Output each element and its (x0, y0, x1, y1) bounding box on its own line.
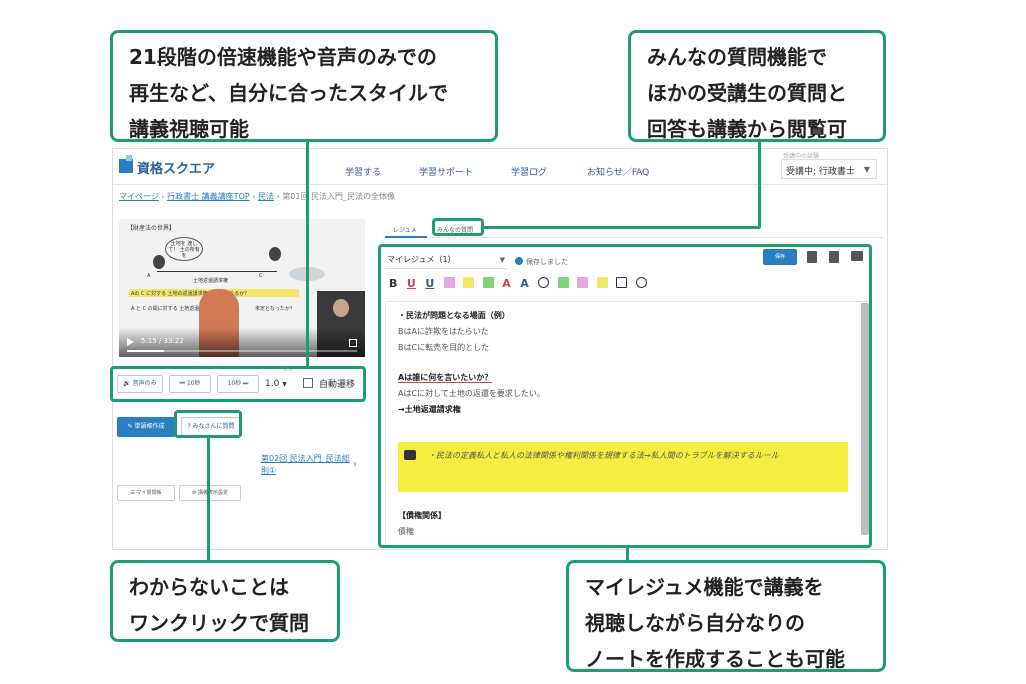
next-lecture-link[interactable]: 第02回 民法入門_民法総則① (261, 453, 351, 477)
callout-resume-line: マイレジュメ機能で講義を (585, 575, 824, 599)
video-progress[interactable] (127, 350, 357, 352)
breadcrumb: マイページ › 行政書士 講義講座TOP › 民法 › 第01回 民法入門_民法… (119, 192, 396, 201)
callout-oneclick-line: わからないことは (129, 575, 289, 599)
highlight-playback-controls (110, 366, 366, 402)
callout-speed-line: 再生など、自分に合ったスタイルで (129, 81, 448, 105)
my-questions-button[interactable]: ☰ マイ質問帳 (117, 485, 175, 501)
callout-oneclick-line: ワンクリックで質問 (129, 611, 309, 635)
callout-speed-line: 21段階の倍速機能や音声のみでの (129, 45, 437, 69)
slide-title: 【財産法の世界】 (127, 225, 176, 232)
callout-resume-line: 視聴しながら自分なりの (585, 611, 805, 635)
callout-speed-line: 講義視聴可能 (129, 117, 249, 141)
tab-resume[interactable]: レジュメ (393, 225, 417, 234)
callout-resume: マイレジュメ機能で講義を 視聴しながら自分なりの ノートを作成することも可能 (566, 560, 886, 672)
speech-bubble: 土地を 渡して！ 土の所有を (165, 237, 203, 261)
exam-select-value: 受講中: 行政書士 (786, 167, 855, 177)
connector-oneclick (207, 436, 210, 562)
breadcrumb-subject[interactable]: 民法 (258, 192, 274, 201)
breadcrumb-current: 第01回 民法入門_民法の全体像 (282, 192, 396, 201)
create-note-button[interactable]: ✎ 単語帳作成 (117, 417, 175, 437)
slide-label-c: C (259, 273, 263, 279)
callout-questions-line: ほかの受講生の質問と (647, 81, 847, 105)
logo-icon (119, 155, 133, 173)
nav-log[interactable]: 学習ログ (511, 165, 547, 178)
callout-questions-line: 回答も講義から閲覧可 (647, 117, 847, 141)
nav-study[interactable]: 学習する (345, 165, 381, 178)
callout-speed: 21段階の倍速機能や音声のみでの 再生など、自分に合ったスタイルで 講義視聴可能 (110, 30, 498, 142)
nav-faq[interactable]: お知らせ／FAQ (587, 165, 649, 178)
highlight-questions-tab (432, 218, 484, 236)
callout-resume-line: ノートを作成することも可能 (585, 647, 845, 671)
person-a-icon (153, 255, 165, 269)
slide-label-a: A (147, 273, 151, 279)
video-time: 5:15 / 33:22 (141, 337, 184, 345)
play-icon[interactable] (127, 338, 134, 346)
top-bar: 資格スクエア 学習する 学習サポート 学習ログ お知らせ／FAQ 受講中の試験 … (113, 149, 887, 185)
person-c-icon (269, 247, 281, 261)
chevron-down-icon: ▼ (863, 165, 870, 174)
slide-label-claim: 土地返還請求権 (193, 278, 229, 284)
callout-questions-line: みんなの質問機能で (647, 45, 827, 69)
callout-oneclick: わからないことは ワンクリックで質問 (110, 560, 340, 642)
slide-line-2: 未定となったか？ (255, 306, 295, 312)
connector-questions-h (484, 226, 760, 229)
exam-select[interactable]: 受講中: 行政書士 ▼ (781, 159, 877, 179)
tab-active-indicator (385, 236, 427, 238)
callout-questions: みんなの質問機能で ほかの受講生の質問と 回答も講義から閲覧可 (628, 30, 886, 142)
nav-support[interactable]: 学習サポート (419, 165, 473, 178)
highlight-resume-panel (378, 244, 872, 548)
breadcrumb-mypage[interactable]: マイページ (119, 192, 159, 201)
slide-arrow (157, 271, 277, 272)
connector-speed (306, 140, 309, 368)
logo[interactable]: 資格スクエア (137, 158, 215, 177)
highlight-ask-button (174, 410, 242, 438)
video-player[interactable]: 【財産法の世界】 土地を 渡して！ 土の所有を A C 土地返還請求権 Aの C… (119, 219, 365, 357)
video-progress-fill (127, 350, 164, 352)
display-settings-button[interactable]: ⚙ 講義表示設定 (179, 485, 241, 501)
breadcrumb-course[interactable]: 行政書士 講義講座TOP (167, 192, 250, 201)
tab-divider (383, 237, 883, 238)
chevron-right-icon[interactable]: › (353, 459, 357, 470)
connector-questions-v (758, 140, 761, 228)
fullscreen-icon[interactable] (349, 339, 357, 347)
